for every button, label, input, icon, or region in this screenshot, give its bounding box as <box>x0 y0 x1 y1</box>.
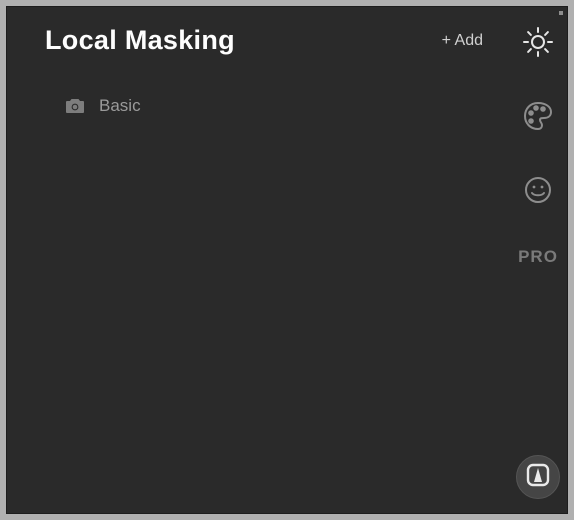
list-item[interactable]: Basic <box>23 96 493 116</box>
mask-tool-icon <box>525 462 551 493</box>
smile-icon[interactable] <box>521 173 555 207</box>
sidebar: PRO <box>509 7 567 513</box>
corner-mark <box>559 11 563 15</box>
panel-frame: Local Masking + Add Basic <box>6 6 568 514</box>
list-item-label: Basic <box>99 96 141 116</box>
mask-tool-button[interactable] <box>516 455 560 499</box>
sun-icon[interactable] <box>521 25 555 59</box>
camera-icon <box>65 98 85 114</box>
add-button[interactable]: + Add <box>442 32 483 50</box>
pro-tab[interactable]: PRO <box>518 247 558 267</box>
palette-icon[interactable] <box>521 99 555 133</box>
main-area: Local Masking + Add Basic <box>7 7 509 513</box>
panel-header: Local Masking + Add <box>23 25 493 56</box>
panel-title: Local Masking <box>23 25 235 56</box>
